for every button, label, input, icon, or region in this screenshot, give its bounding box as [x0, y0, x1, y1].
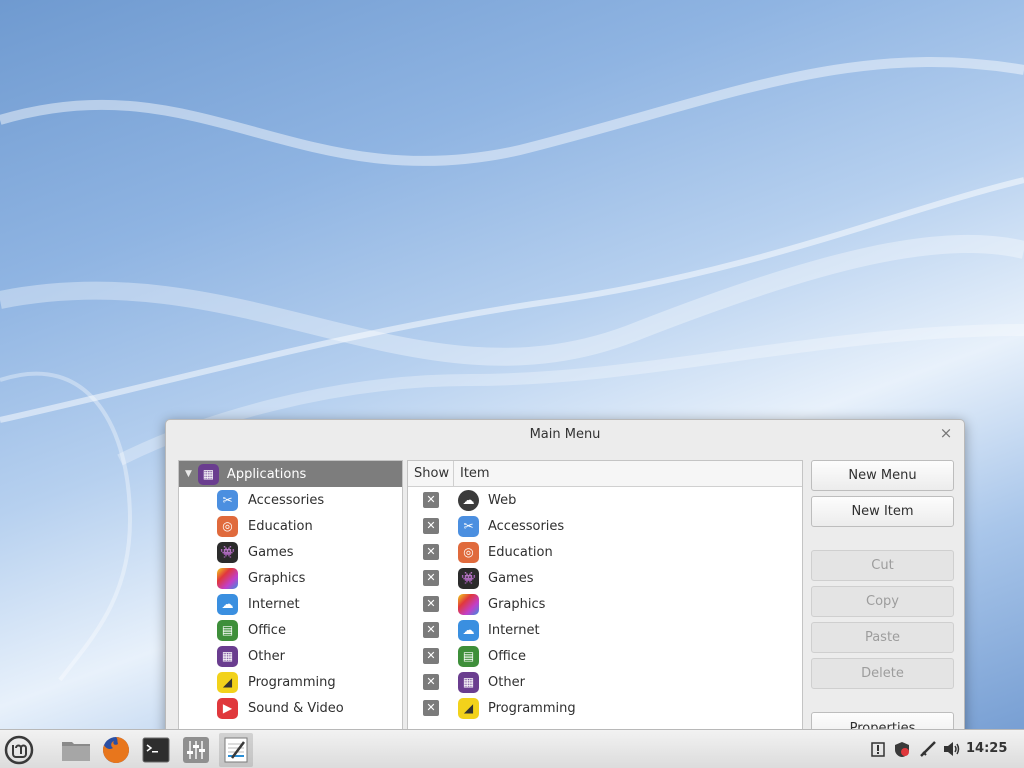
window-titlebar[interactable]: Main Menu ×	[166, 420, 964, 448]
tree-item-label: Sound & Video	[248, 700, 344, 716]
show-checkbox[interactable]: ✕	[423, 674, 439, 690]
show-checkbox[interactable]: ✕	[423, 648, 439, 664]
list-item-label: Web	[488, 492, 517, 508]
show-checkbox[interactable]: ✕	[423, 622, 439, 638]
gamepad-icon: 👾	[217, 541, 238, 563]
list-item-office[interactable]: ✕ ▤ Office	[408, 643, 802, 669]
gamepad-icon: 👾	[458, 567, 479, 589]
tree-item-label: Games	[248, 544, 294, 560]
programming-icon: ◢	[458, 697, 479, 719]
expander-down-icon[interactable]: ▼	[185, 469, 192, 479]
tree-item-label: Education	[248, 518, 313, 534]
list-item-label: Office	[488, 648, 526, 664]
volume-icon[interactable]	[943, 740, 961, 758]
education-icon: ◎	[217, 515, 238, 537]
paste-button[interactable]: Paste	[811, 622, 954, 653]
list-item-label: Other	[488, 674, 525, 690]
list-item-label: Games	[488, 570, 534, 586]
tree-item-accessories[interactable]: ✂ Accessories	[179, 487, 402, 513]
graphics-icon	[217, 567, 238, 589]
tree-item-internet[interactable]: ☁ Internet	[179, 591, 402, 617]
files-icon[interactable]	[59, 733, 93, 767]
show-checkbox[interactable]: ✕	[423, 518, 439, 534]
update-icon[interactable]	[869, 740, 887, 758]
list-item-other[interactable]: ✕ ▦ Other	[408, 669, 802, 695]
tree-item-label: Other	[248, 648, 285, 664]
network-icon[interactable]	[919, 740, 937, 758]
tree-item-office[interactable]: ▤ Office	[179, 617, 402, 643]
close-icon[interactable]: ×	[938, 425, 954, 441]
firefox-icon[interactable]	[99, 733, 133, 767]
tree-item-graphics[interactable]: Graphics	[179, 565, 402, 591]
education-icon: ◎	[458, 541, 479, 563]
show-checkbox[interactable]: ✕	[423, 544, 439, 560]
tree-item-other[interactable]: ▦ Other	[179, 643, 402, 669]
list-item-label: Internet	[488, 622, 540, 638]
office-icon: ▤	[217, 619, 238, 641]
grid-icon: ▦	[217, 645, 238, 667]
item-list[interactable]: Show Item ✕ ☁ Web ✕ ✂ Accessories ✕ ◎ Ed…	[407, 460, 803, 738]
clock[interactable]: 14:25	[966, 741, 1007, 756]
list-item-label: Accessories	[488, 518, 565, 534]
tree-item-applications[interactable]: ▼ ▦ Applications	[179, 461, 402, 487]
office-icon: ▤	[458, 645, 479, 667]
tree-item-label: Internet	[248, 596, 300, 612]
taskbar: 14:25	[0, 729, 1024, 768]
scissors-icon: ✂	[458, 515, 479, 537]
new-menu-button[interactable]: New Menu	[811, 460, 954, 491]
tree-item-games[interactable]: 👾 Games	[179, 539, 402, 565]
tree-item-label: Office	[248, 622, 286, 638]
show-checkbox[interactable]: ✕	[423, 700, 439, 716]
list-item-programming[interactable]: ✕ ◢ Programming	[408, 695, 802, 721]
tree-item-label: Programming	[248, 674, 336, 690]
list-item-games[interactable]: ✕ 👾 Games	[408, 565, 802, 591]
play-icon: ▶	[217, 697, 238, 719]
copy-button[interactable]: Copy	[811, 586, 954, 617]
list-item-accessories[interactable]: ✕ ✂ Accessories	[408, 513, 802, 539]
new-item-button[interactable]: New Item	[811, 496, 954, 527]
cut-button[interactable]: Cut	[811, 550, 954, 581]
list-item-web[interactable]: ✕ ☁ Web	[408, 487, 802, 513]
graphics-icon	[458, 593, 479, 615]
shield-icon[interactable]	[893, 740, 911, 758]
list-item-internet[interactable]: ✕ ☁ Internet	[408, 617, 802, 643]
applications-grid-icon: ▦	[197, 463, 219, 485]
column-header-show[interactable]: Show	[408, 461, 454, 486]
list-item-education[interactable]: ✕ ◎ Education	[408, 539, 802, 565]
delete-button[interactable]: Delete	[811, 658, 954, 689]
list-item-label: Graphics	[488, 596, 546, 612]
list-item-graphics[interactable]: ✕ Graphics	[408, 591, 802, 617]
list-item-label: Programming	[488, 700, 576, 716]
show-checkbox[interactable]: ✕	[423, 492, 439, 508]
cloud-icon: ☁	[217, 593, 238, 615]
list-item-label: Education	[488, 544, 553, 560]
terminal-icon[interactable]	[139, 733, 173, 767]
grid-icon: ▦	[458, 671, 479, 693]
text-editor-icon[interactable]	[219, 733, 253, 767]
cloud-icon: ☁	[458, 619, 479, 641]
mixer-icon[interactable]	[179, 733, 213, 767]
show-checkbox[interactable]: ✕	[423, 596, 439, 612]
tree-item-education[interactable]: ◎ Education	[179, 513, 402, 539]
web-cloud-icon: ☁	[458, 489, 479, 511]
menu-tree[interactable]: ▼ ▦ Applications ✂ Accessories ◎ Educati…	[178, 460, 403, 738]
programming-icon: ◢	[217, 671, 238, 693]
column-header-item[interactable]: Item	[454, 461, 490, 486]
tree-item-sound-video[interactable]: ▶ Sound & Video	[179, 695, 402, 721]
list-header: Show Item	[408, 461, 802, 487]
scissors-icon: ✂	[217, 489, 238, 511]
tree-item-label: Graphics	[248, 570, 306, 586]
tree-item-programming[interactable]: ◢ Programming	[179, 669, 402, 695]
mint-menu-icon[interactable]	[2, 733, 36, 767]
window-title: Main Menu	[529, 427, 601, 442]
tree-item-label: Applications	[226, 466, 307, 482]
main-menu-window: Main Menu × ▼ ▦ Applications ✂ Accessori…	[165, 419, 965, 739]
show-checkbox[interactable]: ✕	[423, 570, 439, 586]
tree-item-label: Accessories	[248, 492, 325, 508]
